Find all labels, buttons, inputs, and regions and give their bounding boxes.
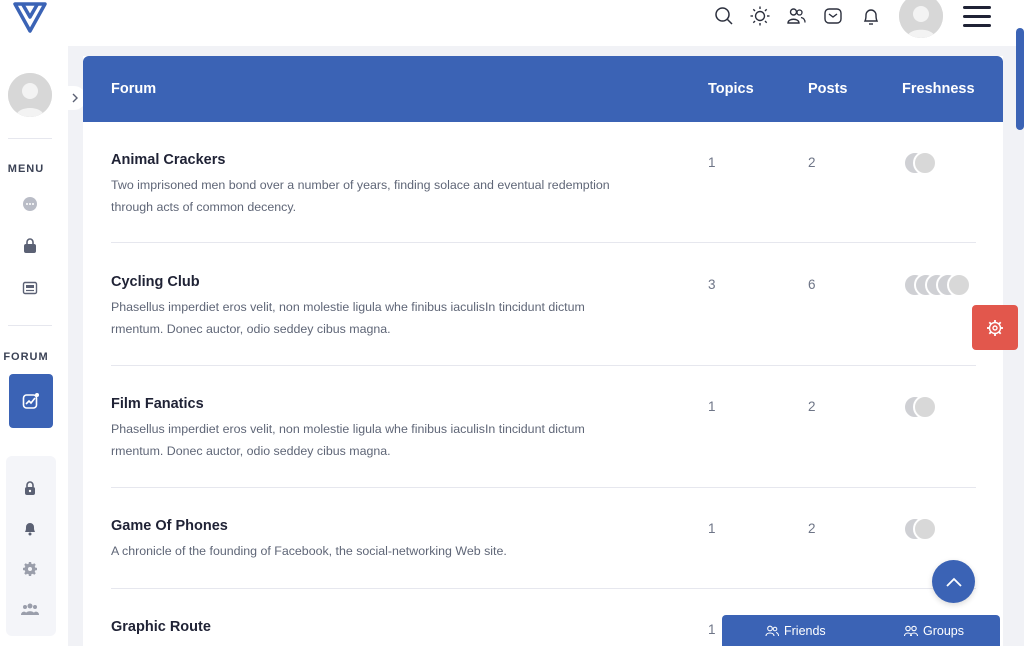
table-row: Cycling Club Phasellus imperdiet eros ve… (83, 244, 1003, 366)
freshness-avatars[interactable] (903, 273, 975, 297)
topics-count: 3 (708, 277, 716, 292)
column-header-forum: Forum (111, 81, 157, 97)
bottom-chat-bar: Friends Groups (722, 615, 1000, 646)
lock-icon[interactable] (21, 479, 39, 497)
sidebar-divider (8, 325, 52, 326)
column-header-posts: Posts (808, 81, 848, 97)
group-icon[interactable] (21, 600, 39, 618)
sun-icon[interactable] (749, 5, 771, 27)
user-avatar[interactable] (899, 0, 943, 38)
forum-table-header: Forum Topics Posts Freshness (83, 56, 1003, 122)
chevron-up-icon (945, 577, 962, 587)
posts-count: 6 (808, 277, 816, 292)
chevron-right-icon (72, 93, 78, 103)
gear-icon (987, 319, 1003, 336)
topics-count: 1 (708, 155, 716, 170)
table-row: Game Of Phones A chronicle of the foundi… (83, 488, 1003, 589)
topics-count: 1 (708, 521, 716, 536)
friends-tab-label: Friends (784, 623, 826, 638)
freshness-avatars[interactable] (903, 151, 943, 175)
left-sidebar: MENU FORUM (0, 0, 68, 646)
forum-title-link[interactable]: Game Of Phones (111, 518, 228, 534)
topics-count: 1 (708, 622, 716, 637)
freshness-avatars[interactable] (903, 517, 943, 541)
forum-chart-icon (22, 393, 39, 409)
avatar (913, 395, 937, 419)
search-icon[interactable] (713, 5, 735, 27)
posts-count: 2 (808, 155, 816, 170)
sidebar-avatar[interactable] (8, 73, 52, 117)
bell-icon[interactable] (21, 519, 39, 537)
avatar (913, 151, 937, 175)
forum-title-link[interactable]: Graphic Route (111, 619, 211, 635)
avatar (913, 517, 937, 541)
forum-heading: FORUM (3, 351, 49, 363)
forum-description: Two imprisoned men bond over a number of… (111, 178, 610, 214)
groups-icon (904, 625, 918, 636)
settings-button[interactable] (972, 305, 1018, 350)
posts-count: 2 (808, 399, 816, 414)
users-icon[interactable] (785, 5, 807, 27)
sidebar-divider (8, 138, 52, 139)
scroll-to-top-button[interactable] (932, 560, 975, 603)
menu-heading: MENU (7, 163, 45, 175)
mail-icon[interactable] (822, 5, 844, 27)
chat-icon[interactable] (21, 195, 39, 213)
table-row: Animal Crackers Two imprisoned men bond … (83, 122, 1003, 244)
forum-description: A chronicle of the founding of Facebook,… (111, 544, 507, 558)
column-header-freshness: Freshness (902, 81, 975, 97)
forum-description: Phasellus imperdiet eros velit, non mole… (111, 422, 585, 458)
gear-icon[interactable] (21, 560, 39, 578)
groups-tab-label: Groups (923, 623, 964, 638)
avatar (947, 273, 971, 297)
sidebar-item-forum[interactable] (9, 374, 53, 428)
bell-icon[interactable] (860, 5, 882, 27)
forum-title-link[interactable]: Cycling Club (111, 274, 200, 290)
friends-tab[interactable]: Friends (765, 615, 826, 646)
forum-table: Forum Topics Posts Freshness Animal Crac… (83, 56, 1003, 646)
bag-icon[interactable] (21, 237, 39, 255)
top-header (68, 0, 1024, 46)
forum-description: Phasellus imperdiet eros velit, non mole… (111, 300, 585, 336)
column-header-topics: Topics (708, 81, 754, 97)
hamburger-menu-icon[interactable] (963, 4, 991, 28)
freshness-avatars[interactable] (903, 395, 943, 419)
row-divider (111, 242, 976, 243)
friends-icon (765, 625, 779, 636)
page-scrollbar[interactable] (1016, 28, 1024, 130)
table-row: Film Fanatics Phasellus imperdiet eros v… (83, 366, 1003, 488)
news-icon[interactable] (21, 279, 39, 297)
forum-title-link[interactable]: Animal Crackers (111, 152, 225, 168)
topics-count: 1 (708, 399, 716, 414)
app-logo[interactable] (12, 0, 48, 34)
posts-count: 2 (808, 521, 816, 536)
forum-title-link[interactable]: Film Fanatics (111, 396, 204, 412)
groups-tab[interactable]: Groups (904, 615, 964, 646)
